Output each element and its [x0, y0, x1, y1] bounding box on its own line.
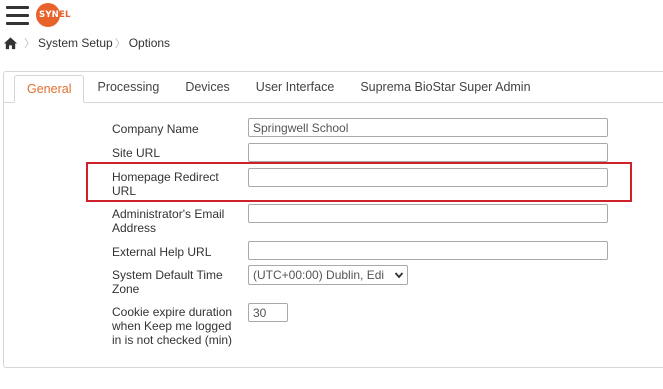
- time-zone-selected-value: (UTC+00:00) Dublin, Edi: [253, 268, 385, 282]
- cookie-expire-label-line1: Cookie expire duration: [112, 305, 233, 319]
- cookie-expire-label-line3: in is not checked (min): [112, 333, 233, 347]
- company-name-label: Company Name: [112, 122, 199, 136]
- breadcrumb: 〉 System Setup 〉 Options: [3, 35, 170, 51]
- admin-email-label: Administrator's Email Address: [112, 207, 224, 235]
- company-name-input[interactable]: [248, 118, 608, 137]
- cookie-expire-label-line2: when Keep me logged: [112, 319, 232, 333]
- tab-suprema-biostar[interactable]: Suprema BioStar Super Admin: [347, 72, 543, 102]
- chevron-down-icon: [394, 272, 404, 279]
- cookie-expire-label: Cookie expire duration when Keep me logg…: [112, 305, 232, 347]
- tab-user-interface[interactable]: User Interface: [243, 72, 348, 102]
- top-bar: SYNEL: [0, 0, 663, 32]
- admin-email-label-line2: Address: [112, 221, 157, 235]
- time-zone-label-line1: System Default Time: [112, 268, 223, 282]
- home-icon[interactable]: [3, 36, 18, 50]
- site-url-input[interactable]: [248, 143, 608, 162]
- breadcrumb-options: Options: [128, 36, 171, 50]
- tab-divider: [4, 102, 663, 103]
- site-url-label: Site URL: [112, 146, 161, 160]
- tab-bar: General Processing Devices User Interfac…: [14, 72, 544, 103]
- time-zone-label-line2: Zone: [112, 282, 140, 296]
- time-zone-label: System Default Time Zone: [112, 268, 223, 296]
- external-help-url-label: External Help URL: [112, 245, 212, 259]
- cookie-expire-input[interactable]: [248, 303, 288, 322]
- time-zone-select[interactable]: (UTC+00:00) Dublin, Edi: [248, 265, 408, 285]
- tab-general[interactable]: General: [14, 75, 85, 103]
- breadcrumb-separator: 〉: [114, 38, 126, 50]
- tab-processing[interactable]: Processing: [84, 72, 172, 102]
- external-help-url-input[interactable]: [248, 241, 608, 260]
- admin-email-input[interactable]: [248, 204, 608, 223]
- highlight-box: [86, 162, 632, 202]
- breadcrumb-system-setup[interactable]: System Setup: [38, 36, 113, 50]
- admin-email-label-line1: Administrator's Email: [112, 207, 225, 221]
- breadcrumb-separator: 〉: [24, 38, 35, 50]
- menu-icon[interactable]: [6, 4, 30, 26]
- tab-devices[interactable]: Devices: [172, 72, 242, 102]
- synel-logo: SYNEL: [36, 3, 76, 29]
